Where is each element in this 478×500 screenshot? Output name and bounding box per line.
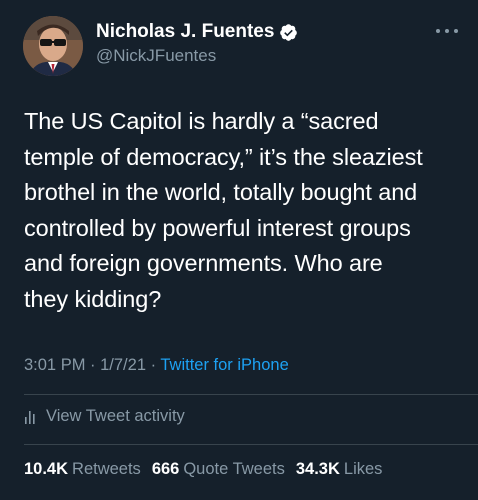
tweet-date[interactable]: 1/7/21 — [100, 356, 146, 374]
divider — [24, 394, 478, 395]
tweet-stats: 10.4K Retweets 666 Quote Tweets 34.3K Li… — [24, 460, 393, 479]
quote-tweets-label[interactable]: Quote Tweets — [183, 460, 285, 479]
meta-separator: · — [146, 356, 161, 374]
author-handle[interactable]: @NickJFuentes — [96, 46, 216, 66]
author-display-name[interactable]: Nicholas J. Fuentes — [96, 21, 274, 43]
view-tweet-activity-button[interactable]: View Tweet activity — [24, 407, 185, 426]
tweet-text: The US Capitol is hardly a “sacred templ… — [24, 108, 423, 312]
author-name-row[interactable]: Nicholas J. Fuentes — [96, 21, 298, 43]
more-dot — [445, 29, 449, 33]
analytics-bars-icon — [24, 409, 38, 425]
tweet-meta: 3:01 PM · 1/7/21 · Twitter for iPhone — [24, 356, 289, 375]
tweet-detail: Nicholas J. Fuentes @NickJFuentes The US… — [0, 0, 478, 500]
likes-count[interactable]: 34.3K — [296, 460, 340, 479]
view-tweet-activity-label: View Tweet activity — [46, 407, 185, 425]
divider — [24, 444, 478, 445]
likes-label[interactable]: Likes — [344, 460, 383, 479]
tweet-time[interactable]: 3:01 PM — [24, 356, 85, 374]
retweets-count[interactable]: 10.4K — [24, 460, 68, 479]
avatar[interactable] — [23, 16, 83, 76]
tweet-source-link[interactable]: Twitter for iPhone — [160, 356, 288, 374]
verified-badge-icon — [279, 23, 298, 42]
profile-photo — [23, 16, 83, 76]
retweets-label[interactable]: Retweets — [72, 460, 141, 479]
meta-separator: · — [85, 356, 101, 374]
more-dot — [454, 29, 458, 33]
more-horizontal-icon[interactable] — [436, 26, 458, 36]
quote-tweets-count[interactable]: 666 — [152, 460, 180, 479]
more-dot — [436, 29, 440, 33]
